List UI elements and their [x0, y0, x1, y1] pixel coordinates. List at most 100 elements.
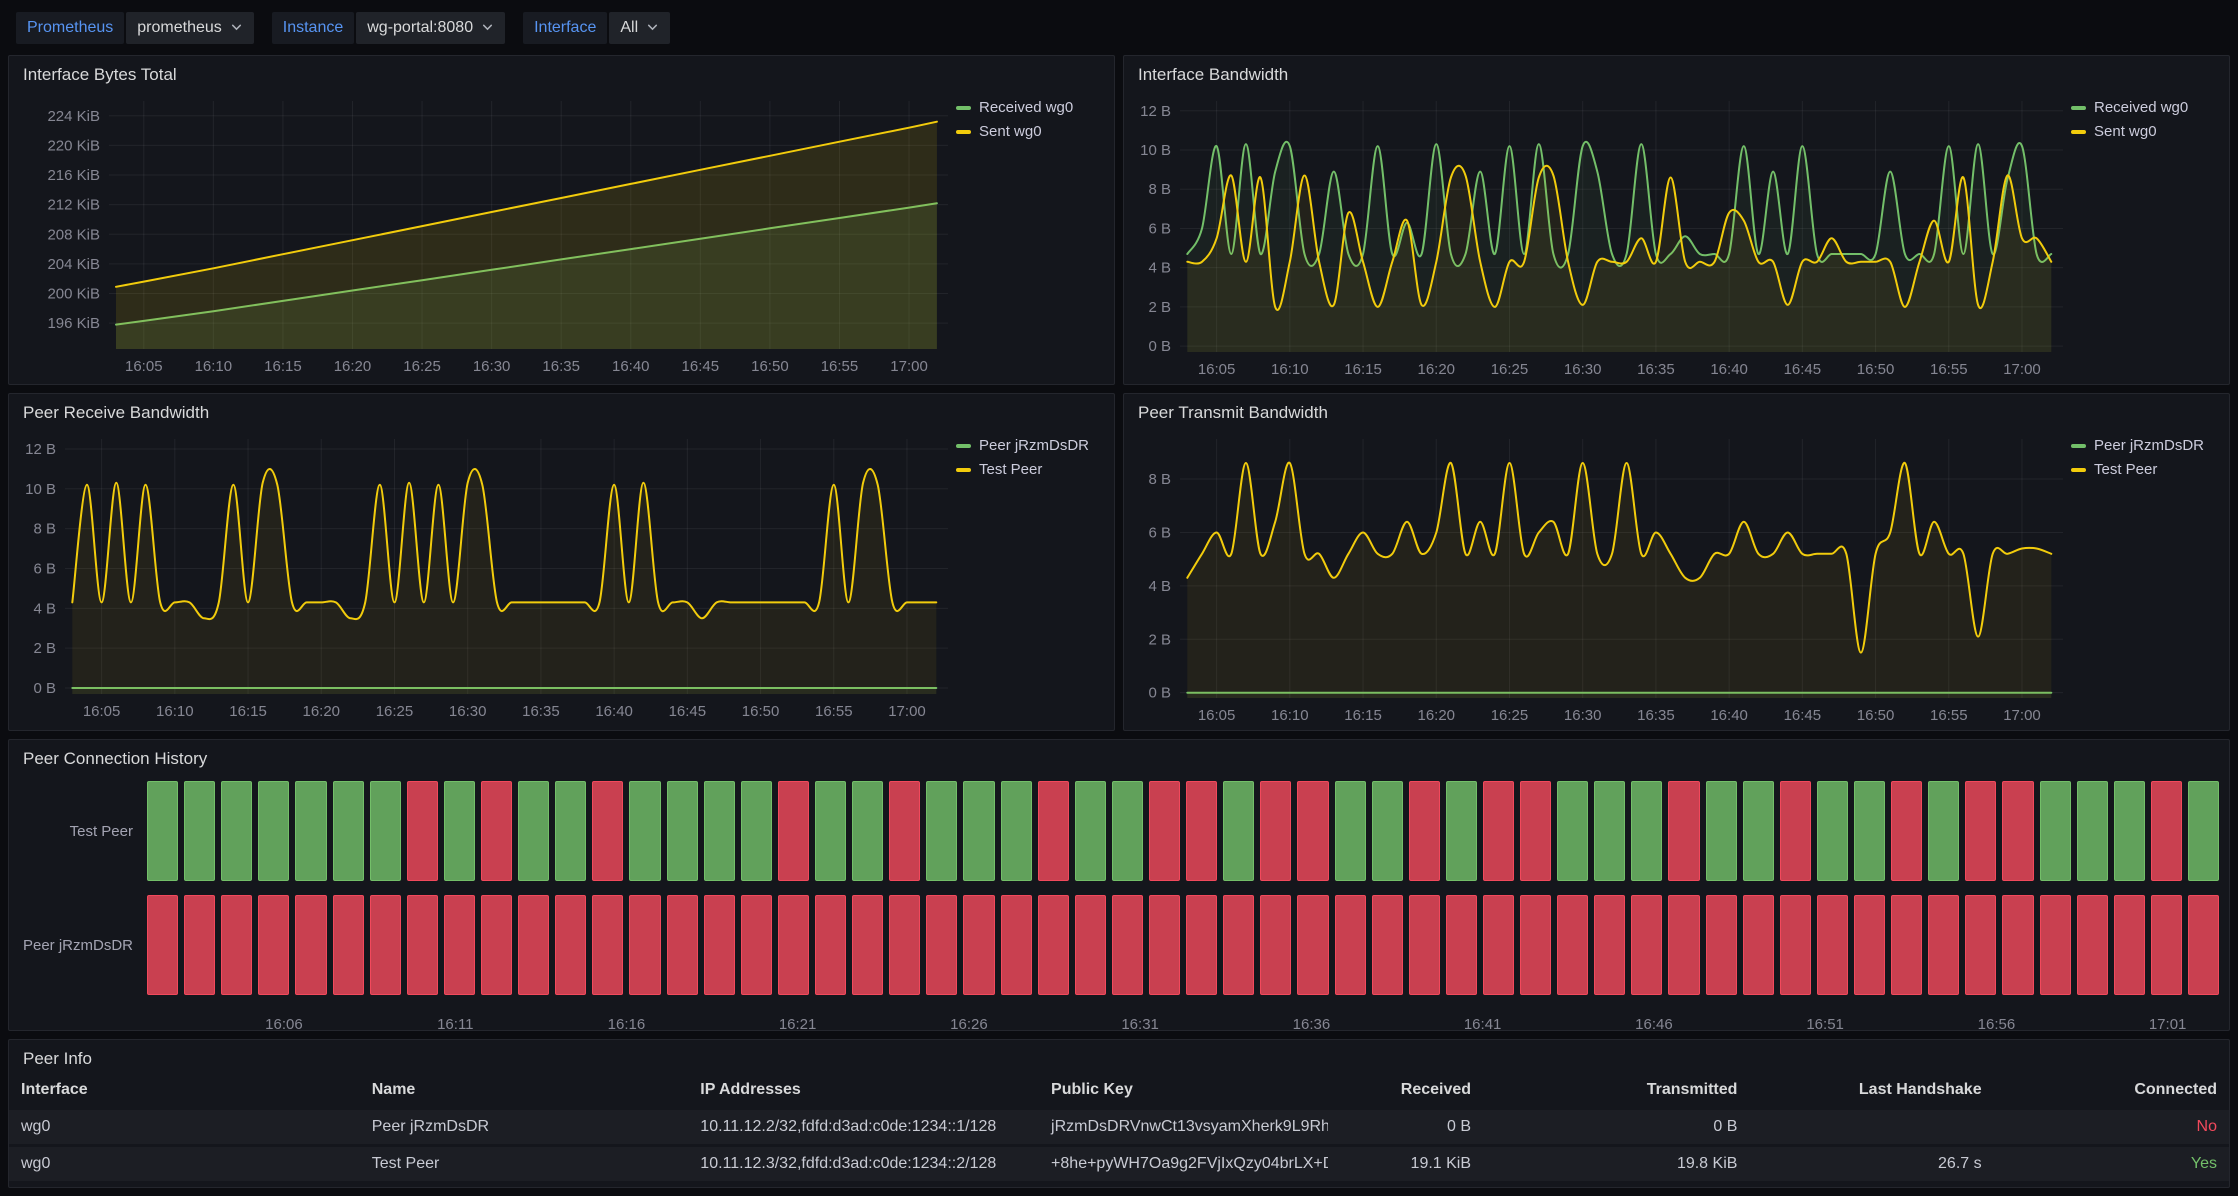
state-bar[interactable] [258, 781, 289, 881]
column-header-received[interactable]: Received [1328, 1073, 1483, 1109]
state-bar[interactable] [889, 781, 920, 881]
state-bar[interactable] [1223, 781, 1254, 881]
state-bar[interactable] [2188, 895, 2219, 995]
state-bar[interactable] [1149, 895, 1180, 995]
state-bar[interactable] [1297, 781, 1328, 881]
state-bar[interactable] [1817, 895, 1848, 995]
state-bar[interactable] [704, 781, 735, 881]
state-bar[interactable] [778, 781, 809, 881]
state-bar[interactable] [852, 895, 883, 995]
state-bar[interactable] [1594, 895, 1625, 995]
state-bar[interactable] [221, 895, 252, 995]
panel-title[interactable]: Interface Bandwidth [1124, 56, 2229, 89]
state-bar[interactable] [2002, 781, 2033, 881]
state-bar[interactable] [1260, 895, 1291, 995]
column-header-last-handshake[interactable]: Last Handshake [1749, 1073, 1993, 1109]
state-bar[interactable] [1483, 895, 1514, 995]
state-bar[interactable] [1075, 895, 1106, 995]
state-bar[interactable] [1854, 781, 1885, 881]
state-bar[interactable] [1891, 781, 1922, 881]
column-header-name[interactable]: Name [360, 1073, 689, 1109]
state-bar[interactable] [1001, 895, 1032, 995]
variable-value-prometheus[interactable]: prometheus [126, 12, 254, 44]
state-bar[interactable] [1780, 781, 1811, 881]
panel-title[interactable]: Peer Receive Bandwidth [9, 394, 1114, 427]
state-bar[interactable] [1891, 895, 1922, 995]
column-header-interface[interactable]: Interface [9, 1073, 360, 1109]
state-bar[interactable] [1668, 895, 1699, 995]
state-bar[interactable] [370, 895, 401, 995]
state-bar[interactable] [370, 781, 401, 881]
state-bar[interactable] [667, 895, 698, 995]
state-bar[interactable] [1483, 781, 1514, 881]
state-bar[interactable] [555, 895, 586, 995]
state-bar[interactable] [1520, 895, 1551, 995]
state-bar[interactable] [1557, 781, 1588, 881]
state-bar[interactable] [1112, 895, 1143, 995]
state-bar[interactable] [2002, 895, 2033, 995]
state-bar[interactable] [1817, 781, 1848, 881]
state-bar[interactable] [963, 895, 994, 995]
state-bar[interactable] [1668, 781, 1699, 881]
state-bar[interactable] [444, 781, 475, 881]
state-bar[interactable] [1780, 895, 1811, 995]
state-bar[interactable] [592, 781, 623, 881]
state-bar[interactable] [2077, 781, 2108, 881]
state-bar[interactable] [1706, 895, 1737, 995]
state-bar[interactable] [518, 781, 549, 881]
state-bar[interactable] [2077, 895, 2108, 995]
state-bar[interactable] [667, 781, 698, 881]
state-bar[interactable] [1520, 781, 1551, 881]
state-bar[interactable] [926, 895, 957, 995]
state-bar[interactable] [1297, 895, 1328, 995]
state-bar[interactable] [1038, 781, 1069, 881]
state-bar[interactable] [2114, 895, 2145, 995]
legend-item-sent-wg0[interactable]: Sent wg0 [956, 123, 1104, 140]
column-header-ip-addresses[interactable]: IP Addresses [688, 1073, 1039, 1109]
panel-title[interactable]: Interface Bytes Total [9, 56, 1114, 89]
legend-item-test-peer[interactable]: Test Peer [2071, 461, 2219, 478]
state-bar[interactable] [555, 781, 586, 881]
state-bar[interactable] [333, 895, 364, 995]
state-bar[interactable] [481, 895, 512, 995]
state-bar[interactable] [1372, 895, 1403, 995]
state-bar[interactable] [1409, 895, 1440, 995]
state-bar[interactable] [1594, 781, 1625, 881]
state-bar[interactable] [1335, 895, 1366, 995]
state-bar[interactable] [1223, 895, 1254, 995]
state-bar[interactable] [778, 895, 809, 995]
state-bar[interactable] [258, 895, 289, 995]
state-bar[interactable] [184, 781, 215, 881]
legend-item-received-wg0[interactable]: Received wg0 [2071, 99, 2219, 116]
interface-bandwidth-chart[interactable]: 16:0516:1016:1516:2016:2516:3016:3516:40… [1124, 89, 2071, 384]
state-bar[interactable] [481, 781, 512, 881]
state-bar[interactable] [184, 895, 215, 995]
state-bar[interactable] [926, 781, 957, 881]
state-bar[interactable] [1001, 781, 1032, 881]
state-bar[interactable] [704, 895, 735, 995]
state-bar[interactable] [815, 781, 846, 881]
peer-receive-chart[interactable]: 16:0516:1016:1516:2016:2516:3016:3516:40… [9, 427, 956, 730]
state-bar[interactable] [1557, 895, 1588, 995]
state-bar[interactable] [1335, 781, 1366, 881]
legend-item-peer-jrzmdsdr[interactable]: Peer jRzmDsDR [2071, 437, 2219, 454]
state-bar[interactable] [1038, 895, 1069, 995]
state-bar[interactable] [741, 781, 772, 881]
state-bar[interactable] [1446, 781, 1477, 881]
column-header-public-key[interactable]: Public Key [1039, 1073, 1328, 1109]
state-bar[interactable] [1149, 781, 1180, 881]
state-bar[interactable] [815, 895, 846, 995]
state-bar[interactable] [1743, 781, 1774, 881]
state-bar[interactable] [1965, 781, 1996, 881]
variable-value-interface[interactable]: All [609, 12, 670, 44]
state-bar[interactable] [333, 781, 364, 881]
state-bar[interactable] [889, 895, 920, 995]
legend-item-sent-wg0[interactable]: Sent wg0 [2071, 123, 2219, 140]
state-bar[interactable] [518, 895, 549, 995]
state-bar[interactable] [2040, 781, 2071, 881]
panel-title[interactable]: Peer Connection History [9, 740, 2229, 773]
connection-state-timeline[interactable]: Test PeerPeer jRzmDsDR16:0616:1116:1616:… [9, 773, 2229, 1031]
state-bar[interactable] [2114, 781, 2145, 881]
column-header-transmitted[interactable]: Transmitted [1483, 1073, 1749, 1109]
state-bar[interactable] [1186, 895, 1217, 995]
